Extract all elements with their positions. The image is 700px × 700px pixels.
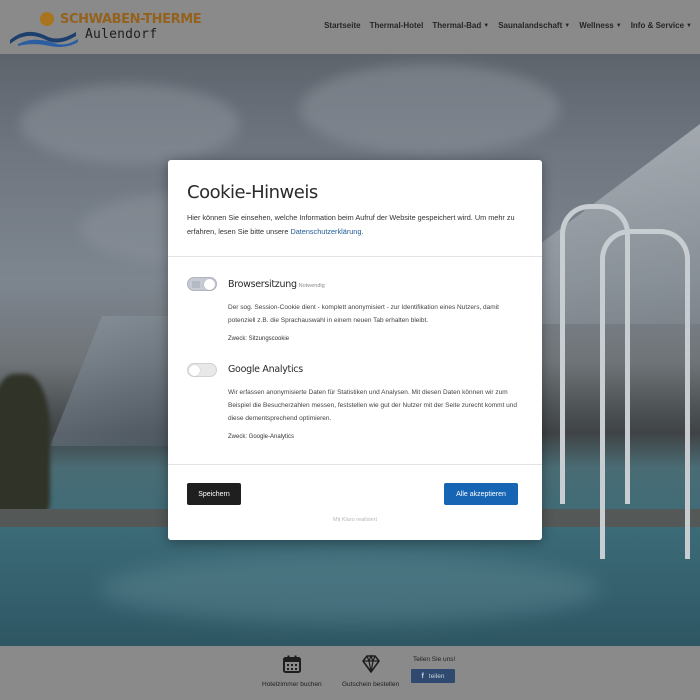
site-header: SCHWABEN-THERME Aulendorf Startseite The… [0, 0, 700, 54]
caret-down-icon: ▼ [686, 22, 692, 29]
caret-down-icon: ▼ [564, 22, 571, 29]
footer-bar: Hotelzimmer buchen Gutschein bestellen [0, 646, 700, 700]
nav-thermal-hotel[interactable]: Thermal-Hotel [370, 21, 424, 30]
site-logo[interactable]: SCHWABEN-THERME Aulendorf [10, 10, 202, 47]
water-reflection [100, 554, 600, 624]
toggle-dots [192, 281, 200, 288]
cookie-description: Der sog. Session-Cookie dient - komplett… [228, 304, 499, 324]
share-button-label: teilen [428, 672, 445, 680]
cookie-name-text: Browsersitzung [228, 279, 297, 290]
browsersitzung-toggle[interactable] [187, 277, 217, 291]
hotel-booking-link[interactable]: Hotelzimmer buchen [262, 654, 322, 688]
required-tag: Notwendig [298, 283, 325, 289]
divider [168, 464, 542, 465]
cloud-shape [20, 84, 240, 164]
hotel-booking-label: Hotelzimmer buchen [262, 681, 322, 688]
cookie-consent-modal: Cookie-Hinweis Hier können Sie einsehen,… [168, 160, 542, 540]
diamond-icon [361, 654, 380, 673]
logo-subtitle: Aulendorf [85, 27, 158, 42]
logo-sun-icon [40, 12, 54, 26]
cookie-purpose: Zweck: Sitzungscookie [228, 336, 290, 342]
calendar-icon [282, 655, 301, 673]
accept-all-button[interactable]: Alle akzeptieren [444, 483, 518, 505]
nav-label: Saunalandschaft [498, 21, 563, 30]
nav-label: Startseite [324, 21, 361, 30]
logo-title: SCHWABEN-THERME [60, 12, 202, 27]
nav-info-service[interactable]: Info & Service ▼ [631, 21, 692, 30]
intro-end: . [361, 227, 364, 236]
facebook-share-button[interactable]: f teilen [411, 669, 455, 683]
cookie-name-browsersitzung: Browsersitzung Notwendig [228, 279, 325, 290]
cloud-shape [300, 64, 560, 154]
share-title: Teilen Sie uns! [413, 656, 456, 663]
main-nav: Startseite Thermal-Hotel Thermal-Bad ▼ Sa… [324, 21, 692, 30]
glass-dome [50, 316, 180, 446]
caret-down-icon: ▼ [483, 22, 490, 29]
nav-saunalandschaft[interactable]: Saunalandschaft ▼ [498, 21, 570, 30]
nav-startseite[interactable]: Startseite [324, 21, 360, 30]
cookie-description: Wir erfassen anonymisierte Daten für Sta… [228, 389, 518, 422]
save-button[interactable]: Speichern [187, 483, 241, 505]
toggle-knob [189, 365, 200, 376]
voucher-link[interactable]: Gutschein bestellen [342, 654, 399, 688]
caret-down-icon: ▼ [615, 22, 622, 29]
privacy-policy-link[interactable]: Datenschutzerklärung [290, 227, 361, 236]
facebook-icon: f [421, 672, 424, 680]
nav-label: Thermal-Hotel [369, 21, 424, 30]
cookie-purpose: Zweck: Google-Analytics [228, 434, 295, 440]
cookie-name-google-analytics: Google Analytics [228, 364, 303, 375]
nav-label: Info & Service [630, 21, 685, 30]
modal-title: Cookie-Hinweis [187, 182, 318, 203]
modal-intro-text: Hier können Sie einsehen, welche Informa… [187, 211, 522, 239]
nav-label: Thermal-Bad [432, 21, 482, 30]
voucher-label: Gutschein bestellen [342, 681, 400, 688]
nav-label: Wellness [579, 21, 614, 30]
nav-thermal-bad[interactable]: Thermal-Bad ▼ [432, 21, 489, 30]
divider [168, 256, 542, 257]
google-analytics-toggle[interactable] [187, 363, 217, 377]
tree-silhouette [0, 374, 50, 514]
klaro-credit-link[interactable]: Mit Klaro realisiert [168, 517, 542, 523]
cookie-name-text: Google Analytics [228, 364, 303, 375]
pool-ladder-rail [600, 229, 690, 559]
toggle-knob [204, 279, 215, 290]
nav-wellness[interactable]: Wellness ▼ [579, 21, 622, 30]
